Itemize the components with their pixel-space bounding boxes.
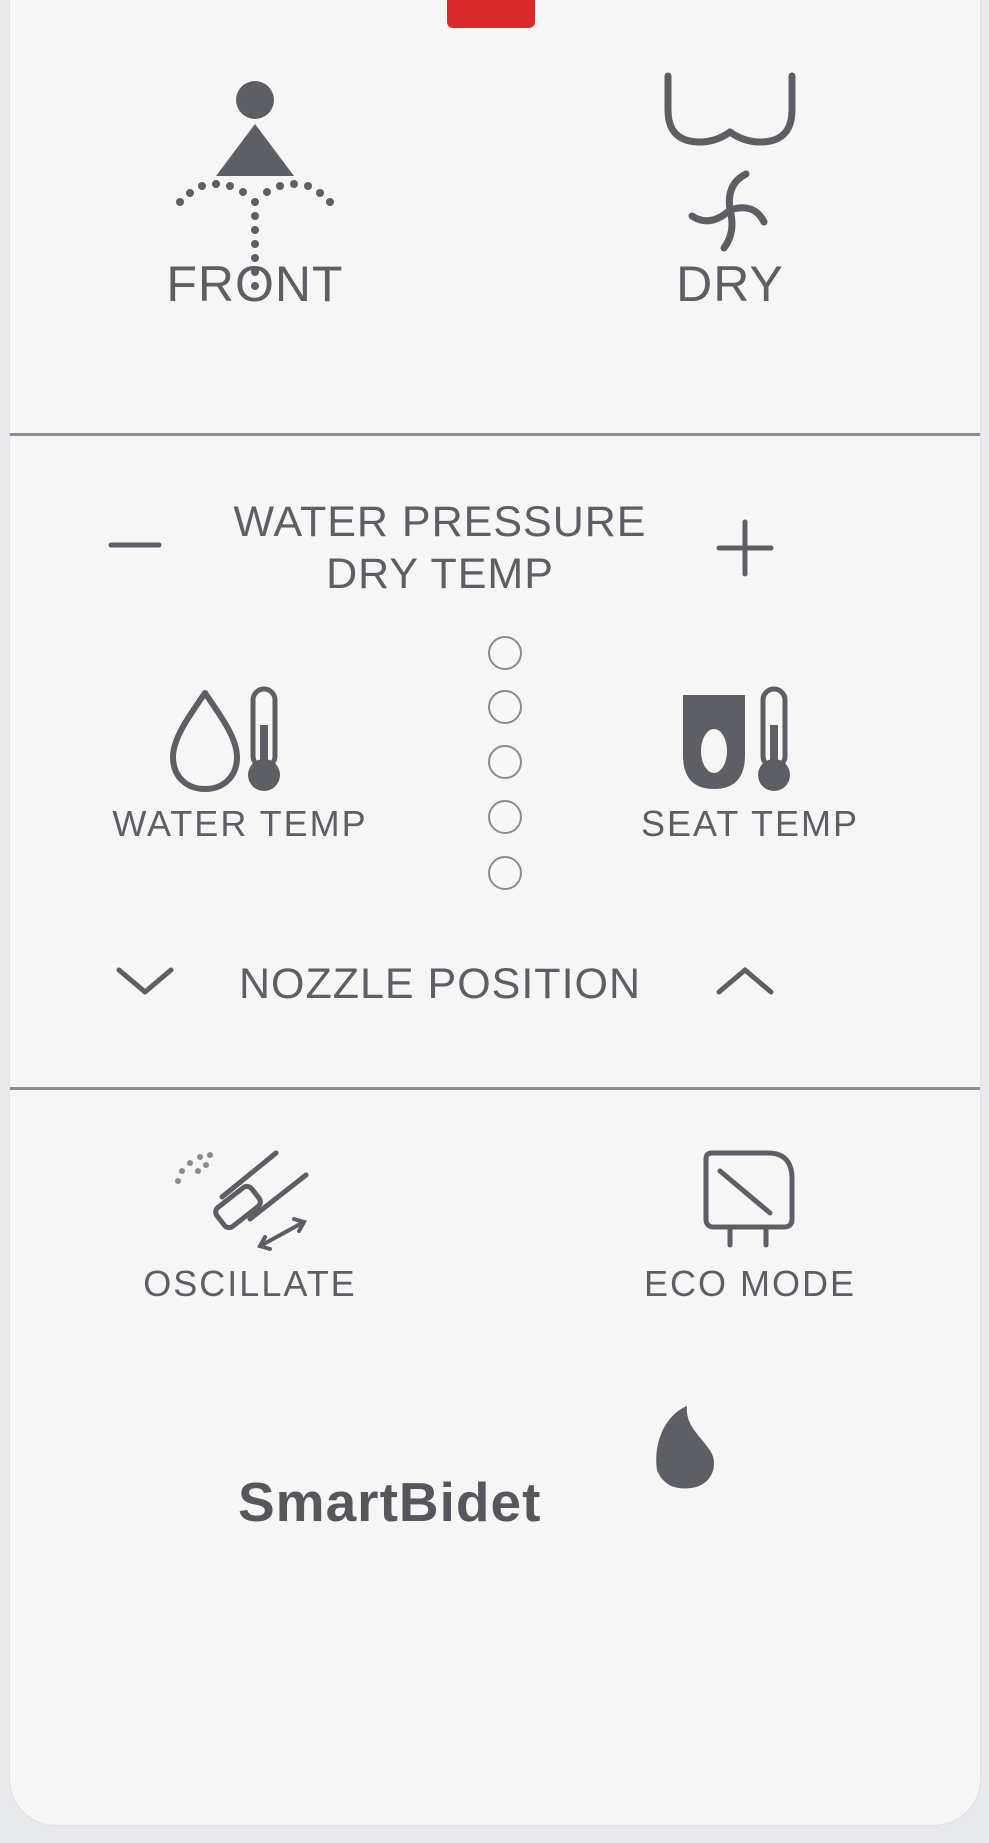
chevron-down-icon <box>116 967 174 995</box>
pressure-label-line2: DRY TEMP <box>326 550 554 598</box>
water-temp-icon <box>170 686 280 792</box>
minus-icon <box>108 542 162 548</box>
divider-top <box>10 433 980 436</box>
pressure-label: WATER PRESSURE DRY TEMP <box>225 496 655 600</box>
dry-label: DRY <box>676 256 784 312</box>
seat-temp-button[interactable]: SEAT TEMP <box>620 685 880 855</box>
eco-mode-label: ECO MODE <box>643 1263 856 1304</box>
seat-temp-label: SEAT TEMP <box>640 803 860 844</box>
plus-button[interactable] <box>705 508 785 588</box>
level-led-3 <box>488 745 522 779</box>
level-led-5 <box>488 856 522 890</box>
oscillate-button[interactable]: OSCILLATE <box>120 1145 380 1325</box>
nozzle-position-label: NOZZLE POSITION <box>238 960 642 1008</box>
seat-temp-icon <box>683 686 790 791</box>
water-temp-label: WATER TEMP <box>112 803 368 844</box>
bidet-remote-panel: FRONT DRY WATER PRESSURE DRY TEMP WATER … <box>10 0 980 1825</box>
brand-leaf-icon <box>656 1406 715 1489</box>
oscillate-label: OSCILLATE <box>143 1263 357 1304</box>
nozzle-down-button[interactable] <box>105 950 185 1010</box>
eco-mode-icon <box>703 1150 795 1248</box>
level-led-1 <box>488 636 522 670</box>
water-temp-button[interactable]: WATER TEMP <box>110 685 370 855</box>
dry-button[interactable]: DRY <box>600 70 860 370</box>
dry-fan-icon <box>664 72 796 252</box>
divider-bottom <box>10 1087 980 1090</box>
level-led-2 <box>488 690 522 724</box>
oscillate-icon <box>175 1150 309 1251</box>
eco-mode-button[interactable]: ECO MODE <box>620 1145 880 1325</box>
brand-logo-text: SmartBidet <box>238 1471 542 1533</box>
front-label: FRONT <box>166 256 344 312</box>
plus-icon <box>716 519 774 577</box>
chevron-up-icon <box>716 967 774 995</box>
level-led-4 <box>488 800 522 834</box>
pressure-label-line1: WATER PRESSURE <box>233 498 647 546</box>
status-indicator-light <box>447 0 535 28</box>
minus-button[interactable] <box>95 515 175 575</box>
nozzle-up-button[interactable] <box>705 950 785 1010</box>
front-button[interactable]: FRONT <box>140 70 370 370</box>
